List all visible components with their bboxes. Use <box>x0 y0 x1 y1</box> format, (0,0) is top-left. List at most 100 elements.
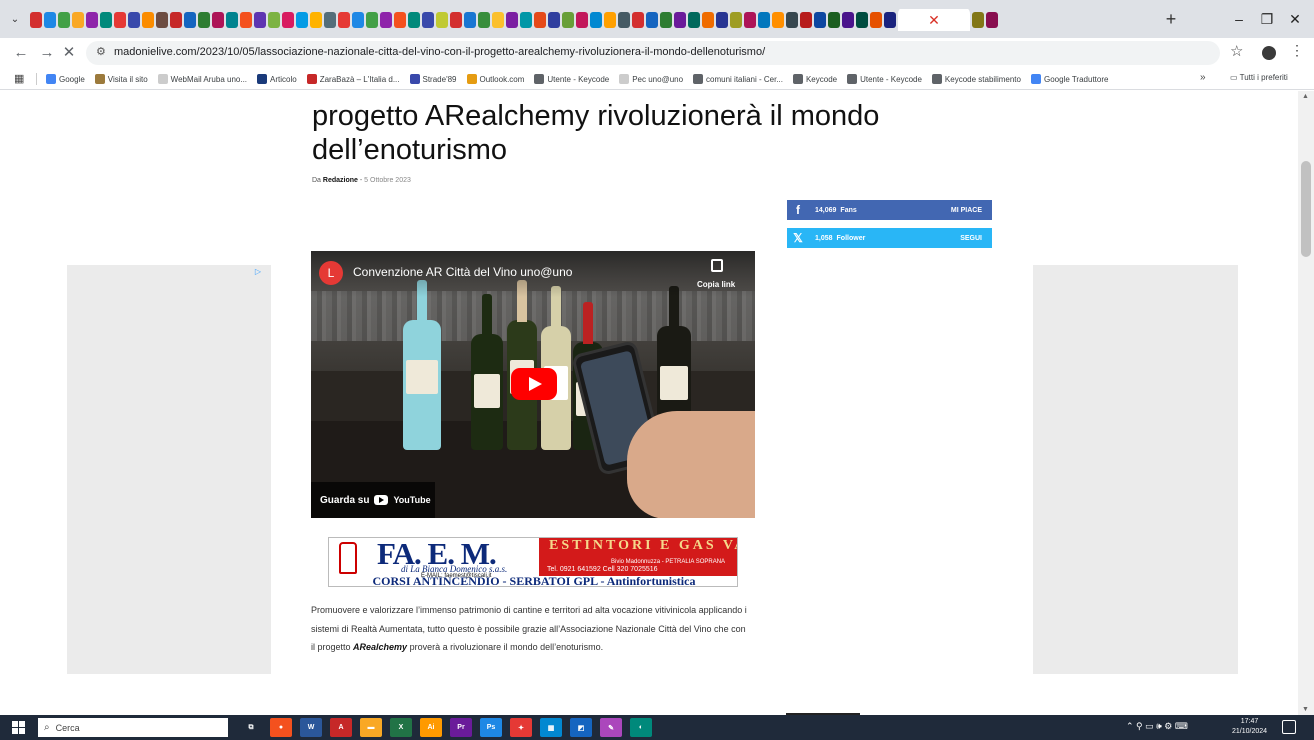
watch-on-youtube-button[interactable]: Guarda su YouTube <box>311 482 435 518</box>
browser-tab-favicon[interactable] <box>170 12 182 28</box>
browser-tab-favicon[interactable] <box>268 12 280 28</box>
premiere-icon[interactable]: Pr <box>450 718 472 737</box>
browser-tab-favicon[interactable] <box>30 12 42 28</box>
browser-tab-favicon[interactable] <box>548 12 560 28</box>
bookmark-item[interactable]: comuni italiani - Cer... <box>693 74 783 84</box>
url-text[interactable]: madonielive.com/2023/10/05/lassociazione… <box>114 46 765 58</box>
tab-close-icon[interactable]: ✕ <box>928 12 940 29</box>
bookmark-item[interactable]: Utente - Keycode <box>847 74 922 84</box>
word-icon[interactable]: W <box>300 718 322 737</box>
browser-tab-favicon[interactable] <box>226 12 238 28</box>
browser-tab-favicon[interactable] <box>814 12 826 28</box>
close-window-button[interactable]: ✕ <box>1282 8 1308 30</box>
browser-tab-favicon[interactable] <box>128 12 140 28</box>
edge-icon[interactable]: ◐ <box>630 718 652 737</box>
browser-tab-favicon[interactable] <box>422 12 434 28</box>
browser-tab-favicon[interactable] <box>352 12 364 28</box>
browser-tab-favicon[interactable] <box>856 12 868 28</box>
address-bar[interactable]: ⚙ madonielive.com/2023/10/05/lassociazio… <box>86 41 1220 65</box>
youtube-video-embed[interactable]: L Convenzione AR Città del Vino uno@uno … <box>311 251 755 518</box>
scrollbar-thumb[interactable] <box>1301 161 1311 257</box>
system-tray-icons[interactable]: ⌃ ⚲ ▭ 🕪 ⚙ ⌨ <box>1126 721 1188 732</box>
browser-tab-favicon[interactable] <box>310 12 322 28</box>
tab-search-chevron-icon[interactable]: ⌄ <box>6 11 24 29</box>
browser-tab-favicon[interactable] <box>338 12 350 28</box>
faem-banner-ad[interactable]: FA. E. M. di La Bianca Domenico s.a.s. E… <box>328 537 738 587</box>
browser-tab-favicon[interactable] <box>436 12 448 28</box>
windows-start-button[interactable] <box>12 721 25 734</box>
browser-tab-favicon[interactable] <box>450 12 462 28</box>
browser-tab-favicon[interactable] <box>44 12 56 28</box>
browser-tab-favicon[interactable] <box>758 12 770 28</box>
bookmark-item[interactable]: Google Traduttore <box>1030 74 1108 84</box>
browser-tab-favicon[interactable] <box>506 12 518 28</box>
browser-tab-favicon[interactable] <box>464 12 476 28</box>
notifications-icon[interactable] <box>1282 720 1296 734</box>
browser-tab-favicon[interactable] <box>688 12 700 28</box>
bookmark-item[interactable]: Articolo <box>257 74 297 84</box>
browser-tab-favicon[interactable] <box>870 12 882 28</box>
all-bookmarks-folder[interactable]: ▭ Tutti i preferiti <box>1230 73 1288 82</box>
browser-tab-favicon[interactable] <box>618 12 630 28</box>
browser-tab-favicon[interactable] <box>674 12 686 28</box>
play-button[interactable] <box>511 368 557 400</box>
forward-button[interactable]: → <box>36 42 58 64</box>
browser-tab-favicon[interactable] <box>156 12 168 28</box>
bookmark-item[interactable]: Keycode <box>792 74 837 84</box>
browser-tab-favicon[interactable] <box>786 12 798 28</box>
channel-avatar[interactable]: L <box>319 261 343 285</box>
browser-tab-favicon[interactable] <box>478 12 490 28</box>
calculator-icon[interactable]: ▦ <box>540 718 562 737</box>
browser-tab-favicon[interactable] <box>744 12 756 28</box>
browser-tab-favicon[interactable] <box>380 12 392 28</box>
scroll-down-arrow-icon[interactable]: ▼ <box>1302 706 1309 713</box>
apps-grid-icon[interactable]: ▦ <box>14 72 24 85</box>
browser-tab-favicon[interactable] <box>660 12 672 28</box>
illustrator-icon[interactable]: Ai <box>420 718 442 737</box>
browser-tab-favicon[interactable] <box>366 12 378 28</box>
restore-button[interactable]: ❐ <box>1254 8 1280 30</box>
browser-tab-favicon[interactable] <box>828 12 840 28</box>
browser-tab-favicon[interactable] <box>884 12 896 28</box>
taskbar-clock[interactable]: 17:47 21/10/2024 <box>1232 717 1267 737</box>
browser-tab-favicon[interactable] <box>534 12 546 28</box>
file-explorer-icon[interactable]: ▬ <box>360 718 382 737</box>
browser-tab-favicon[interactable] <box>972 12 984 28</box>
browser-tab-favicon[interactable] <box>702 12 714 28</box>
photos-icon[interactable]: ◩ <box>570 718 592 737</box>
browser-tab-favicon[interactable] <box>282 12 294 28</box>
browser-tab-favicon[interactable] <box>492 12 504 28</box>
browser-tab-favicon[interactable] <box>576 12 588 28</box>
browser-tab-favicon[interactable] <box>408 12 420 28</box>
bookmark-item[interactable]: ZaraBazà – L'Italia d... <box>306 74 400 84</box>
browser-tab-favicon[interactable] <box>254 12 266 28</box>
taskbar-search-box[interactable]: ⌕ Cerca <box>38 718 228 737</box>
copy-link-icon[interactable] <box>711 259 723 272</box>
browser-tab-favicon[interactable] <box>114 12 126 28</box>
browser-tab-favicon[interactable] <box>142 12 154 28</box>
bookmark-item[interactable]: Pec uno@uno <box>619 74 683 84</box>
browser-tab-favicon[interactable] <box>716 12 728 28</box>
bookmark-item[interactable]: Keycode stabilimento <box>931 74 1021 84</box>
bookmark-item[interactable]: Visita il sito <box>94 74 148 84</box>
bookmark-item[interactable]: Outlook.com <box>466 74 524 84</box>
chrome-icon[interactable]: ● <box>270 718 292 737</box>
browser-tab-favicon[interactable] <box>646 12 658 28</box>
left-ad-slot[interactable]: ▷ <box>67 265 271 674</box>
site-settings-icon[interactable]: ⚙ <box>96 45 106 58</box>
stop-loading-button[interactable]: ✕ <box>58 42 80 64</box>
browser-tab-favicon[interactable] <box>632 12 644 28</box>
browser-tab-favicon[interactable] <box>562 12 574 28</box>
minimize-button[interactable]: – <box>1226 8 1252 30</box>
browser-tab-favicon[interactable] <box>198 12 210 28</box>
more-bookmarks-button[interactable]: » <box>1200 72 1206 83</box>
facebook-like-widget[interactable]: f 14,069 Fans MI PIACE <box>787 200 992 220</box>
paint-icon[interactable]: ✎ <box>600 718 622 737</box>
browser-tab-favicon[interactable] <box>296 12 308 28</box>
browser-tab-favicon[interactable] <box>730 12 742 28</box>
browser-tab-favicon[interactable] <box>72 12 84 28</box>
browser-tab-favicon[interactable] <box>986 12 998 28</box>
browser-tab-favicon[interactable] <box>212 12 224 28</box>
browser-tab-favicon[interactable] <box>100 12 112 28</box>
bookmark-item[interactable]: Google <box>46 74 85 84</box>
